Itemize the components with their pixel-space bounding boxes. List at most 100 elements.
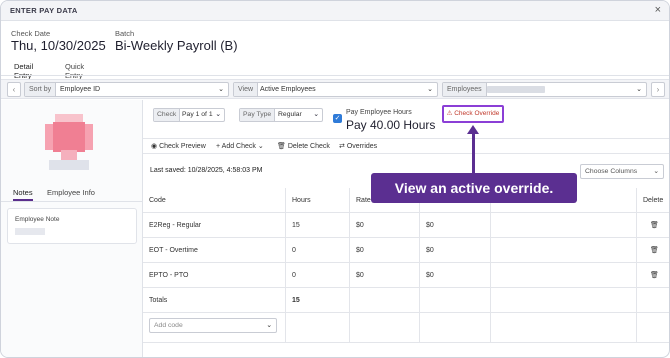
add-code-select[interactable]: Add code ⌄ <box>149 318 277 333</box>
check-override-button[interactable]: ⚠ Check Override <box>442 105 504 123</box>
callout-arrow <box>472 130 475 174</box>
employee-note-card[interactable]: Employee Note <box>7 208 137 244</box>
sort-by-value: Employee ID <box>60 86 101 93</box>
row-rate[interactable]: $0 <box>350 263 420 288</box>
overrides-button[interactable]: ⇄ Overrides <box>339 142 377 150</box>
row-code: EOT - Overtime <box>143 238 286 263</box>
last-saved-text: Last saved: 10/28/2025, 4:58:03 PM <box>150 167 263 174</box>
row-rate[interactable]: $0 <box>350 213 420 238</box>
add-hours-cell <box>286 313 350 343</box>
overrides-label: Overrides <box>346 143 378 150</box>
check-actions-bar: ◉ Check Preview + Add Check ⌄ 🗑 Delete C… <box>143 138 669 154</box>
check-date-label: Check Date <box>11 29 51 38</box>
chevron-down-icon: ⌄ <box>257 143 264 150</box>
redacted-employee-name <box>487 86 545 93</box>
check-preview-button[interactable]: ◉ Check Preview <box>151 142 206 150</box>
employees-label: Employees <box>443 83 487 96</box>
side-panel-tabs: Notes Employee Info <box>1 184 143 202</box>
tab-divider <box>1 75 669 76</box>
eye-icon: ◉ <box>151 143 158 150</box>
delete-row-icon[interactable]: 🗑 <box>637 213 669 238</box>
chevron-down-icon: ⌄ <box>653 168 659 175</box>
pay-hours-checkbox[interactable]: ✓ <box>333 114 342 123</box>
previous-employee-button[interactable]: ‹ <box>7 82 21 97</box>
row-extra <box>491 263 637 288</box>
chevron-down-icon: ⌄ <box>215 111 221 118</box>
check-select[interactable]: Check Pay 1 of 1 ⌄ <box>153 108 225 122</box>
row-code: E2Reg - Regular <box>143 213 286 238</box>
chevron-down-icon: ⌄ <box>427 86 433 93</box>
row-hours[interactable]: 0 <box>286 263 350 288</box>
check-value: Pay 1 of 1 <box>182 111 213 118</box>
chevron-down-icon: ⌄ <box>636 86 642 93</box>
row-code: EPTO - PTO <box>143 263 286 288</box>
column-header-hours: Hours <box>286 188 350 213</box>
row-hours[interactable]: 15 <box>286 213 350 238</box>
row-rate[interactable]: $0 <box>350 238 420 263</box>
delete-check-label: Delete Check <box>287 143 330 150</box>
check-detail-panel: Check Pay 1 of 1 ⌄ Pay Type Regular ⌄ ✓ … <box>143 100 669 357</box>
employee-toolbar: ‹ Sort by Employee ID ⌄ View Active Empl… <box>1 79 669 99</box>
table-row: EOT - Overtime 0 $0 $0 🗑 <box>143 238 669 263</box>
pay-type-select[interactable]: Pay Type Regular ⌄ <box>239 108 323 122</box>
totals-amount <box>420 288 491 313</box>
window-title: ENTER PAY DATA <box>10 6 78 15</box>
redacted-note-text <box>15 228 45 235</box>
totals-row: Totals 15 <box>143 288 669 313</box>
totals-delete <box>637 288 669 313</box>
choose-columns-label: Choose Columns <box>585 168 638 175</box>
column-header-code: Code <box>143 188 286 213</box>
chevron-down-icon: ⌄ <box>266 322 272 329</box>
batch-label: Batch <box>115 29 135 38</box>
choose-columns-select[interactable]: Choose Columns ⌄ <box>580 164 664 179</box>
tab-employee-info[interactable]: Employee Info <box>47 188 95 197</box>
row-amount[interactable]: $0 <box>420 238 491 263</box>
pay-hours-label: Pay Employee Hours <box>346 109 412 116</box>
batch-name: Bi-Weekly Payroll (B) <box>115 38 238 53</box>
check-label: Check <box>154 109 181 121</box>
callout-tooltip: View an active override. <box>371 173 577 203</box>
row-amount[interactable]: $0 <box>420 263 491 288</box>
chevron-down-icon: ⌄ <box>218 86 224 93</box>
add-check-button[interactable]: + Add Check ⌄ <box>216 142 264 150</box>
employee-note-title: Employee Note <box>15 216 60 223</box>
view-value: Active Employees <box>260 86 316 93</box>
row-extra <box>491 213 637 238</box>
row-amount[interactable]: $0 <box>420 213 491 238</box>
close-icon[interactable]: × <box>655 4 661 16</box>
sort-by-label: Sort by <box>25 83 57 96</box>
totals-extra <box>491 288 637 313</box>
delete-check-button[interactable]: 🗑 Delete Check <box>277 142 330 150</box>
row-hours[interactable]: 0 <box>286 238 350 263</box>
add-check-label: Add Check <box>221 143 256 150</box>
delete-row-icon[interactable]: 🗑 <box>637 238 669 263</box>
add-rate-cell <box>350 313 420 343</box>
title-bar: ENTER PAY DATA × <box>1 1 669 21</box>
check-override-label: Check Override <box>454 110 500 117</box>
pay-data-window: ENTER PAY DATA × Check Date Thu, 10/30/2… <box>0 0 670 358</box>
pay-type-value: Regular <box>278 111 302 118</box>
view-label: View <box>234 83 259 96</box>
sort-by-select[interactable]: Sort by Employee ID ⌄ <box>24 82 229 97</box>
employees-select[interactable]: Employees ⌄ <box>442 82 647 97</box>
table-row: EPTO - PTO 0 $0 $0 🗑 <box>143 263 669 288</box>
view-select[interactable]: View Active Employees ⌄ <box>233 82 438 97</box>
column-header-delete: Delete <box>643 197 664 204</box>
avatar <box>41 114 97 170</box>
totals-label: Totals <box>143 288 286 313</box>
pay-type-label: Pay Type <box>240 109 276 121</box>
swap-icon: ⇄ <box>339 143 345 150</box>
trash-icon: 🗑 <box>277 143 286 150</box>
check-date: Thu, 10/30/2025 <box>11 38 106 53</box>
chevron-down-icon: ⌄ <box>313 111 319 118</box>
next-employee-button[interactable]: › <box>651 82 665 97</box>
check-preview-label: Check Preview <box>159 143 206 150</box>
add-extra-cell <box>491 313 637 343</box>
delete-row-icon[interactable]: 🗑 <box>637 263 669 288</box>
row-extra <box>491 238 637 263</box>
tab-notes[interactable]: Notes <box>13 188 33 201</box>
tab-quick-entry[interactable]: Quick Entry <box>65 62 84 80</box>
add-amount-cell <box>420 313 491 343</box>
pay-hours-value: Pay 40.00 Hours <box>346 118 436 132</box>
plus-icon: + <box>216 143 221 150</box>
